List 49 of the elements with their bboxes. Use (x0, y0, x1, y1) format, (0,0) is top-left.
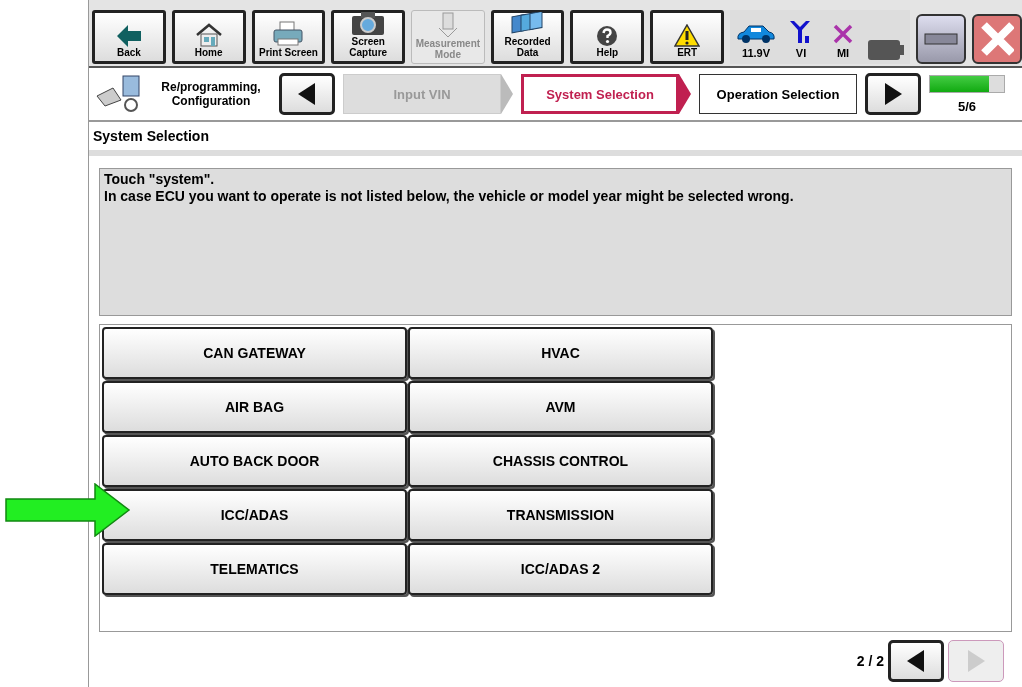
system-button[interactable]: AVM (408, 381, 713, 433)
system-button[interactable]: CHASSIS CONTROL (408, 435, 713, 487)
right-triangle-icon (883, 82, 903, 106)
system-button[interactable]: ICC/ADAS (102, 489, 407, 541)
car-icon (736, 24, 776, 44)
back-step-button[interactable] (279, 73, 335, 115)
minimize-button[interactable] (916, 14, 966, 64)
progress-label: 5/6 (957, 98, 977, 114)
minimize-icon (924, 33, 958, 45)
left-arrow-icon (116, 25, 141, 47)
left-triangle-icon (906, 649, 926, 673)
battery-icon (868, 40, 904, 60)
toolbar-button[interactable]: Home (171, 10, 246, 64)
house-icon (194, 23, 223, 47)
status-label: 11.9V (741, 47, 771, 60)
right-triangle-icon (966, 649, 986, 673)
close-button[interactable] (972, 14, 1022, 64)
toolbar-button[interactable]: Back (92, 10, 166, 64)
system-button[interactable]: AIR BAG (102, 381, 407, 433)
page-indicator: 2 / 2 (856, 653, 884, 669)
antenna-icon (789, 20, 813, 44)
system-button[interactable]: ICC/ADAS 2 (408, 543, 713, 595)
toolbar-button[interactable]: Help (570, 10, 645, 64)
toolbar-button[interactable]: Print Screen (251, 10, 326, 64)
cross-icon (833, 24, 853, 44)
status-label: MI (836, 47, 850, 60)
status-label: VI (795, 47, 807, 60)
mode-label: Re/programming, Configuration (160, 80, 262, 108)
page-title: System Selection (89, 122, 1022, 156)
instruction-message: Touch "system". In case ECU you want to operate is not listed below, the vehicle or model year might be selected wrong. (99, 168, 1012, 316)
next-step-button[interactable] (865, 73, 921, 115)
toolbar-button[interactable]: Recorded Data (490, 10, 565, 64)
system-button[interactable]: AUTO BACK DOOR (102, 435, 407, 487)
camera-icon (351, 12, 386, 36)
connector-icon (95, 74, 143, 114)
printer-icon (272, 21, 305, 47)
left-triangle-icon (297, 82, 317, 106)
toolbar-button[interactable]: Screen Capture (331, 10, 406, 64)
system-button[interactable]: HVAC (408, 327, 713, 379)
breadcrumb-step[interactable]: System Selection (521, 74, 679, 114)
system-button[interactable]: TELEMATICS (102, 543, 407, 595)
warning-icon (674, 24, 701, 47)
breadcrumb-step[interactable]: Operation Selection (699, 74, 857, 114)
folders-icon (510, 12, 545, 36)
help-icon (596, 25, 619, 47)
toolbar-button[interactable]: ERT (650, 10, 724, 64)
previous-page-button[interactable] (888, 640, 944, 682)
system-button[interactable]: TRANSMISSION (408, 489, 713, 541)
system-button[interactable]: CAN GATEWAY (102, 327, 407, 379)
